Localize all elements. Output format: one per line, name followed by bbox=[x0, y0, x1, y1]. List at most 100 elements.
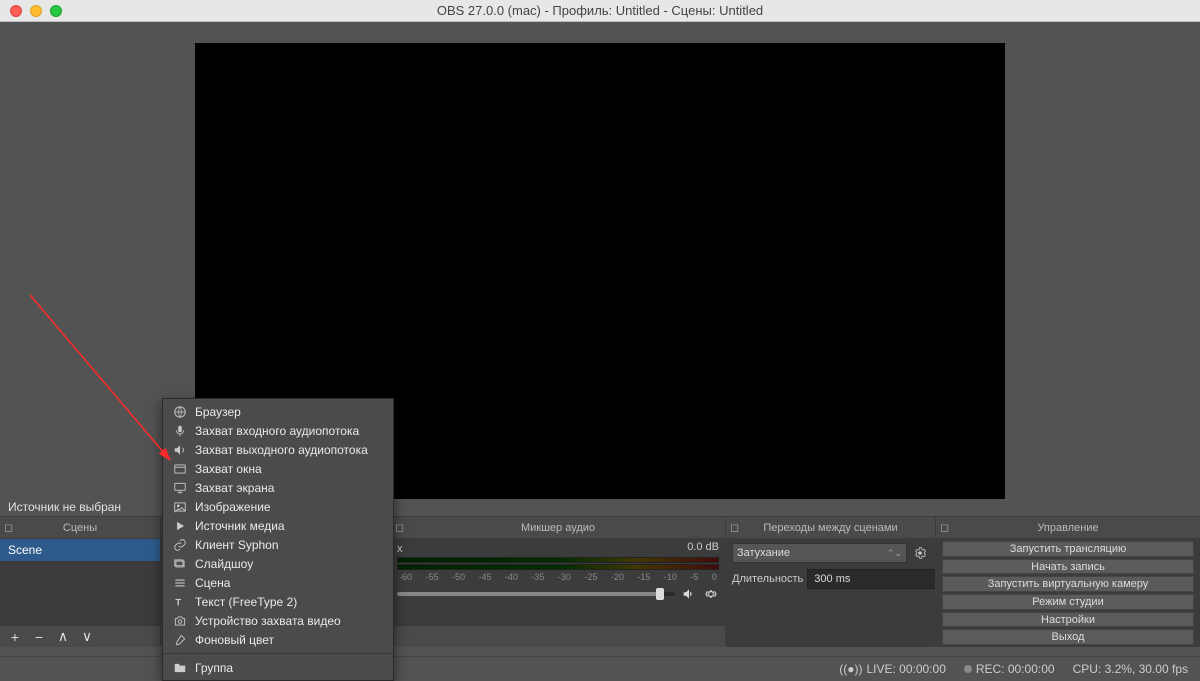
status-live: ((●)) LIVE: 00:00:00 bbox=[839, 662, 946, 676]
mixer-channel: x 0.0 dB -60 -55 -50 -45 -40 -35 -30 -25… bbox=[397, 541, 719, 602]
ctx-label: Сцена bbox=[195, 576, 230, 590]
scenes-header: ◻ Сцены bbox=[0, 517, 160, 539]
ctx-label: Изображение bbox=[195, 500, 271, 514]
mic-icon bbox=[173, 424, 187, 438]
start-virtual-cam-button[interactable]: Запустить виртуальную камеру bbox=[942, 576, 1194, 592]
scenes-title: Сцены bbox=[63, 522, 97, 534]
context-menu-item[interactable]: Захват экрана bbox=[163, 478, 393, 497]
tick: -40 bbox=[505, 572, 518, 582]
ctx-label: Фоновый цвет bbox=[195, 633, 274, 647]
scenes-panel: ◻ Сцены Scene + − ∧ ∨ bbox=[0, 516, 160, 646]
traffic-lights bbox=[0, 5, 62, 17]
scenes-list[interactable]: Scene bbox=[0, 539, 160, 625]
dock-icon[interactable]: ◻ bbox=[940, 521, 949, 534]
mixer-toolbar bbox=[391, 625, 725, 647]
volume-slider[interactable] bbox=[397, 592, 675, 596]
context-menu-item[interactable]: Захват входного аудиопотока bbox=[163, 421, 393, 440]
ctx-label: Устройство захвата видео bbox=[195, 614, 341, 628]
cpu-text: CPU: 3.2%, 30.00 fps bbox=[1073, 662, 1188, 676]
dock-icon[interactable]: ◻ bbox=[395, 521, 404, 534]
mute-icon[interactable] bbox=[681, 586, 697, 602]
mixer-channel-name: x bbox=[397, 543, 403, 555]
ctx-label: Захват экрана bbox=[195, 481, 274, 495]
link-icon bbox=[173, 538, 187, 552]
context-menu-item[interactable]: Сцена bbox=[163, 573, 393, 592]
slides-icon bbox=[173, 557, 187, 571]
tick: -35 bbox=[531, 572, 544, 582]
ctx-label: Захват входного аудиопотока bbox=[195, 424, 359, 438]
transitions-header: ◻ Переходы между сценами bbox=[726, 517, 935, 539]
dock-icon[interactable]: ◻ bbox=[4, 521, 13, 534]
ctx-label: Захват выходного аудиопотока bbox=[195, 443, 368, 457]
image-icon bbox=[173, 500, 187, 514]
context-menu-separator bbox=[163, 653, 393, 654]
scene-up-button[interactable]: ∧ bbox=[54, 629, 72, 645]
controls-header: ◻ Управление bbox=[936, 517, 1200, 539]
camera-icon bbox=[173, 614, 187, 628]
context-menu-item[interactable]: Браузер bbox=[163, 402, 393, 421]
ctx-label: Захват окна bbox=[195, 462, 262, 476]
scene-down-button[interactable]: ∨ bbox=[78, 629, 96, 645]
list-icon bbox=[173, 576, 187, 590]
audio-meter bbox=[397, 564, 719, 570]
remove-scene-button[interactable]: − bbox=[30, 629, 48, 645]
controls-title: Управление bbox=[1037, 522, 1098, 534]
settings-button[interactable]: Настройки bbox=[942, 612, 1194, 628]
studio-mode-button[interactable]: Режим студии bbox=[942, 594, 1194, 610]
tick: 0 bbox=[712, 572, 717, 582]
context-menu-item[interactable]: Захват окна bbox=[163, 459, 393, 478]
status-rec: REC: 00:00:00 bbox=[964, 662, 1055, 676]
context-menu-item[interactable]: T Текст (FreeType 2) bbox=[163, 592, 393, 611]
chevron-up-down-icon: ⌃⌄ bbox=[887, 548, 902, 559]
folder-icon bbox=[173, 661, 187, 675]
start-streaming-button[interactable]: Запустить трансляцию bbox=[942, 541, 1194, 557]
scenes-toolbar: + − ∧ ∨ bbox=[0, 625, 160, 647]
transition-settings-button[interactable] bbox=[911, 544, 929, 562]
tick: -20 bbox=[611, 572, 624, 582]
start-recording-button[interactable]: Начать запись bbox=[942, 559, 1194, 575]
mixer-panel: ◻ Микшер аудио x 0.0 dB -60 -55 -50 -45 … bbox=[390, 516, 725, 646]
transition-type-select[interactable]: Затухание ⌃⌄ bbox=[732, 543, 907, 563]
svg-text:T: T bbox=[175, 597, 181, 607]
tick: -60 bbox=[399, 572, 412, 582]
gear-icon[interactable] bbox=[703, 586, 719, 602]
dock-icon[interactable]: ◻ bbox=[730, 521, 739, 534]
tick: -25 bbox=[584, 572, 597, 582]
tick: -30 bbox=[558, 572, 571, 582]
record-dot-icon bbox=[964, 665, 972, 673]
context-menu-item[interactable]: Устройство захвата видео bbox=[163, 611, 393, 630]
add-source-context-menu[interactable]: Браузер Захват входного аудиопотока Захват… bbox=[162, 398, 394, 681]
transitions-body: Затухание ⌃⌄ Длительность bbox=[726, 539, 935, 647]
close-window-button[interactable] bbox=[10, 5, 22, 17]
tick: -55 bbox=[425, 572, 438, 582]
ctx-label: Клиент Syphon bbox=[195, 538, 279, 552]
transitions-title: Переходы между сценами bbox=[763, 522, 897, 534]
add-scene-button[interactable]: + bbox=[6, 629, 24, 645]
broadcast-icon: ((●)) bbox=[839, 662, 862, 676]
window-titlebar: OBS 27.0.0 (mac) - Профиль: Untitled - С… bbox=[0, 0, 1200, 22]
rec-text: REC: 00:00:00 bbox=[976, 662, 1055, 676]
scene-item[interactable]: Scene bbox=[0, 539, 160, 561]
context-menu-item[interactable]: Захват выходного аудиопотока bbox=[163, 440, 393, 459]
ctx-label: Слайдшоу bbox=[195, 557, 253, 571]
context-menu-item[interactable]: Клиент Syphon bbox=[163, 535, 393, 554]
controls-body: Запустить трансляцию Начать запись Запус… bbox=[936, 539, 1200, 647]
context-menu-item[interactable]: Изображение bbox=[163, 497, 393, 516]
ctx-label: Источник медиа bbox=[195, 519, 285, 533]
speaker-icon bbox=[173, 443, 187, 457]
play-icon bbox=[173, 519, 187, 533]
ctx-label: Группа bbox=[195, 661, 233, 675]
context-menu-item[interactable]: Фоновый цвет bbox=[163, 630, 393, 649]
ctx-label: Текст (FreeType 2) bbox=[195, 595, 297, 609]
context-menu-item[interactable]: Слайдшоу bbox=[163, 554, 393, 573]
tick: -50 bbox=[452, 572, 465, 582]
minimize-window-button[interactable] bbox=[30, 5, 42, 17]
zoom-window-button[interactable] bbox=[50, 5, 62, 17]
monitor-icon bbox=[173, 481, 187, 495]
audio-meter bbox=[397, 557, 719, 563]
brush-icon bbox=[173, 633, 187, 647]
exit-button[interactable]: Выход bbox=[942, 629, 1194, 645]
context-menu-item-group[interactable]: Группа bbox=[163, 658, 393, 677]
transition-type-value: Затухание bbox=[737, 547, 790, 559]
context-menu-item[interactable]: Источник медиа bbox=[163, 516, 393, 535]
